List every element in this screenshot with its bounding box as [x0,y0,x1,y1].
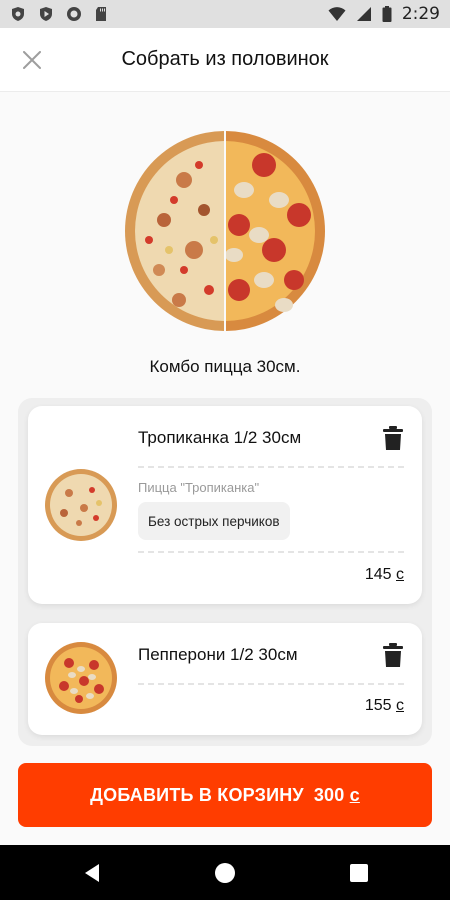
divider [138,683,404,685]
back-icon[interactable] [82,862,104,884]
cart-currency: с [349,784,360,805]
modifier-chip: Без острых перчиков [138,502,290,540]
trash-icon[interactable] [382,643,404,667]
pizza-thumbnail [45,642,117,714]
navigation-bar [0,845,450,900]
add-to-cart-label: ДОБАВИТЬ В КОРЗИНУ [90,784,304,805]
status-bar: 2:29 [0,0,450,28]
combo-title: Комбо пицца 30см. [149,357,301,376]
item-subtitle: Пицца "Тропиканка" [138,480,260,495]
item-price: 145 с [364,566,404,583]
divider [138,466,404,468]
item-price: 155 с [364,697,404,714]
page-title: Собрать из половинок [121,48,329,70]
play-store-icon [40,7,52,21]
close-button[interactable] [16,44,48,76]
sd-card-icon [96,7,106,21]
trash-icon[interactable] [382,426,404,450]
wifi-icon [328,7,346,21]
close-icon [23,51,41,69]
shield-icon [12,7,24,21]
home-icon[interactable] [214,862,236,884]
battery-icon [382,6,392,22]
status-time: 2:29 [401,4,440,24]
cart-item: Пепперони 1/2 30см 155 с [28,623,422,735]
pizza-thumbnail [45,469,117,541]
circle-icon [67,7,81,21]
recents-icon[interactable] [348,862,370,884]
item-name: Пепперони 1/2 30см [138,645,298,664]
item-name: Тропиканка 1/2 30см [138,428,302,447]
cart-item: Тропиканка 1/2 30см Пицца "Тропиканка" Б… [28,406,422,604]
cart-total: 300 [313,784,345,805]
combo-pizza-image [125,131,325,331]
add-to-cart-button[interactable]: ДОБАВИТЬ В КОРЗИНУ 300 с [18,763,432,827]
header: Собрать из половинок [0,28,450,92]
divider [138,551,404,553]
signal-icon [356,7,371,21]
